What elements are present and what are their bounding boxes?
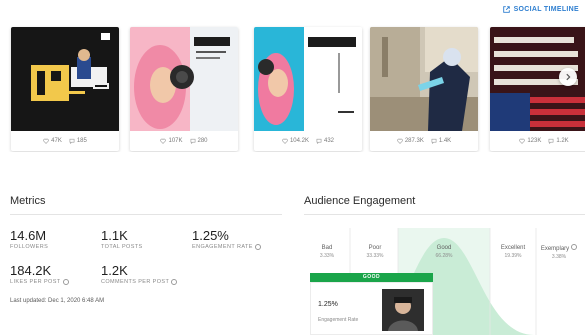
likes-stat: 104.2K: [282, 138, 309, 144]
engagement-col-poor: Poor 33.33%: [356, 244, 394, 260]
post-stats: 123K 1.2K: [490, 131, 585, 151]
likes-count: 287.3K: [404, 138, 424, 144]
carousel-next-button[interactable]: [559, 68, 577, 86]
col-range: 3.38%: [551, 254, 567, 260]
comments-count: 1.4K: [438, 138, 452, 144]
comment-icon: [190, 138, 195, 144]
engagement-col-bad: Bad 3.33%: [308, 244, 346, 260]
comments-count: 432: [324, 138, 335, 144]
metric-label: LIKES PER POST: [10, 279, 61, 285]
avatar: [382, 289, 424, 331]
metric-label: ENGAGEMENT RATE: [192, 244, 253, 250]
engagement-rating-badge: GOOD: [310, 273, 433, 282]
engagement-chart: Bad 3.33% Poor 33.33% Good 66.28% Excell…: [304, 228, 585, 335]
post-thumbnail-game-scene[interactable]: [370, 27, 478, 131]
top-bar: SOCIAL TIMELINE: [0, 0, 585, 22]
social-timeline-label: SOCIAL TIMELINE: [513, 6, 579, 13]
metric-label: COMMENTS PER POST: [101, 279, 170, 285]
engagement-col-exemplary: Exemplary 3.38%: [536, 244, 582, 261]
comments-count: 1.2K: [556, 138, 569, 144]
col-name: Exemplary: [536, 244, 582, 253]
metric-label: FOLLOWERS: [10, 244, 49, 250]
comment-icon: [431, 138, 437, 144]
heart-icon: [519, 138, 526, 144]
metric-value: 14.6M: [10, 228, 47, 243]
comment-icon: [548, 138, 554, 144]
metric-value: 184.2K: [10, 263, 52, 278]
post-stats: 104.2K 432: [254, 131, 362, 151]
likes-count: 107K: [168, 138, 183, 144]
engagement-rate-value: 1.25%: [318, 301, 338, 308]
engagement-col-good: Good 66.28%: [424, 244, 464, 260]
metric-likes-per-post: 184.2K LIKES PER POST: [10, 264, 69, 285]
engagement-divider: [304, 214, 585, 215]
metric-engagement-rate: 1.25% ENGAGEMENT RATE: [192, 229, 261, 250]
col-range: 19.39%: [504, 253, 522, 259]
heart-icon: [282, 138, 288, 144]
comments-stat: 280: [190, 138, 208, 144]
likes-count: 123K: [527, 138, 542, 144]
comments-count: 280: [197, 138, 208, 144]
col-name: Excellent: [500, 245, 526, 251]
engagement-title: Audience Engagement: [304, 195, 416, 207]
heart-icon: [43, 138, 49, 144]
metric-followers: 14.6M FOLLOWERS: [10, 228, 49, 251]
comment-icon: [69, 138, 75, 144]
likes-stat: 107K: [160, 138, 183, 144]
comments-stat: 185: [69, 138, 87, 144]
info-icon[interactable]: [571, 244, 578, 250]
engagement-rate-card: 1.25% Engagement Rate: [310, 282, 433, 335]
col-range: 3.33%: [319, 253, 335, 259]
likes-stat: 47K: [43, 138, 62, 144]
post-carousel: 47K 185 107K 280 104.2K 432 287.3K 1.4K …: [0, 22, 585, 152]
comments-stat: 1.4K: [431, 138, 451, 144]
post-stats: 287.3K 1.4K: [370, 131, 478, 151]
post-card[interactable]: 107K 280: [130, 27, 238, 151]
comment-icon: [316, 138, 322, 144]
post-stats: 107K 280: [130, 131, 238, 151]
chevron-right-icon: [566, 73, 571, 81]
post-card[interactable]: 47K 185: [11, 27, 119, 151]
engagement-col-excellent: Excellent 19.39%: [492, 244, 534, 260]
metric-comments-per-post: 1.2K COMMENTS PER POST: [101, 263, 178, 285]
metrics-divider: [10, 214, 282, 215]
likes-count: 47K: [51, 138, 62, 144]
comments-count: 185: [76, 138, 87, 144]
metric-value: 1.1K: [101, 228, 128, 243]
metric-total-posts: 1.1K TOTAL POSTS: [101, 228, 143, 251]
post-card[interactable]: 287.3K 1.4K: [370, 27, 478, 151]
info-icon[interactable]: [62, 279, 69, 285]
metric-value: 1.25%: [192, 228, 229, 243]
last-updated: Last updated: Dec 1, 2020 6:48 AM: [10, 298, 105, 304]
metric-label: TOTAL POSTS: [101, 244, 143, 250]
col-range: 66.28%: [435, 253, 453, 259]
col-name-text: Exemplary: [540, 246, 570, 252]
col-range: 33.33%: [366, 253, 384, 259]
social-timeline-link[interactable]: SOCIAL TIMELINE: [502, 6, 579, 13]
info-icon[interactable]: [171, 279, 178, 285]
metric-value: 1.2K: [101, 263, 128, 278]
likes-stat: 123K: [519, 138, 541, 144]
external-link-icon: [502, 6, 510, 13]
post-thumbnail-ninja-headphones-pink[interactable]: [130, 27, 238, 131]
col-name: Poor: [368, 245, 382, 251]
col-name: Bad: [321, 245, 333, 251]
post-thumbnail-launch-party[interactable]: [11, 27, 119, 131]
info-icon[interactable]: [254, 244, 261, 250]
likes-stat: 287.3K: [397, 138, 424, 144]
heart-icon: [160, 138, 167, 144]
metrics-title: Metrics: [10, 195, 46, 207]
likes-count: 104.2K: [289, 138, 309, 144]
col-name: Good: [436, 245, 452, 251]
post-card[interactable]: 123K 1.2K: [490, 27, 585, 151]
engagement-rate-label: Engagement Rate: [318, 317, 359, 323]
heart-icon: [397, 138, 403, 144]
comments-stat: 432: [316, 138, 334, 144]
comments-stat: 1.2K: [548, 138, 569, 144]
post-stats: 47K 185: [11, 131, 119, 151]
post-thumbnail-ninja-headphones-blue[interactable]: [254, 27, 362, 131]
post-card[interactable]: 104.2K 432: [254, 27, 362, 151]
